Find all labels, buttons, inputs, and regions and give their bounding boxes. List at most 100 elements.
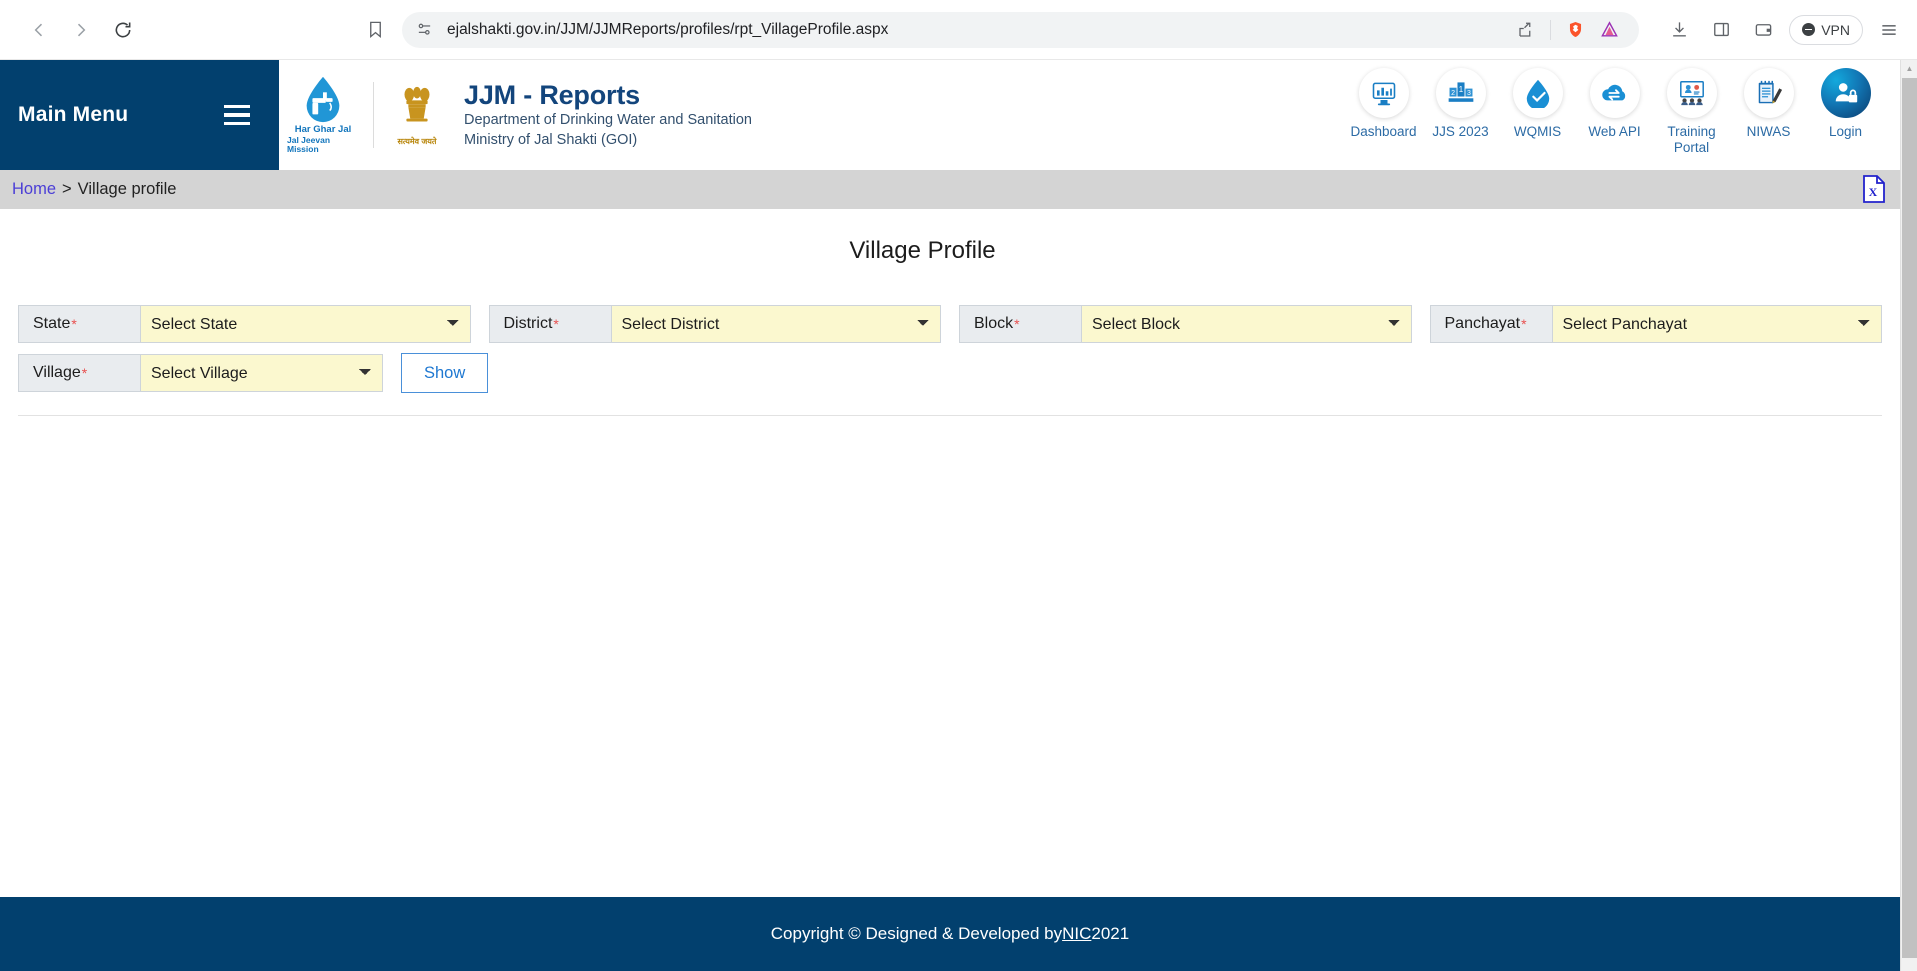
panchayat-field: Panchayat * Select Panchayat [1429,305,1882,343]
breadcrumb: Home > Village profile X [0,170,1900,209]
reload-button[interactable] [106,13,140,47]
block-field: Block * Select Block [959,305,1412,343]
main-menu-title: Main Menu [18,103,129,126]
breadcrumb-home-link[interactable]: Home [12,180,56,199]
nav-label: NIWAS [1746,124,1791,139]
required-marker: * [81,365,88,381]
har-ghar-jal-logo: Har Ghar Jal Jal Jeevan Mission [287,75,359,155]
district-field: District * Select District [488,305,941,343]
hamburger-menu-icon[interactable] [224,104,250,126]
filter-row-2: Village * Select Village Show [18,353,1882,393]
ashoka-lion-capital-emblem [404,86,430,122]
brand-divider [373,82,374,148]
cloud-exchange-arrows-icon [1589,68,1640,118]
nav-label: WQMIS [1513,124,1562,139]
download-icon[interactable] [1663,14,1695,46]
village-label: Village * [18,354,140,392]
scroll-up-arrow-icon[interactable]: ▲ [1901,60,1917,77]
nic-link[interactable]: NIC [1062,924,1091,944]
podium-ranking-icon: 1 2 3 [1435,68,1486,118]
village-field: Village * Select Village [18,354,383,392]
brand-area: Har Ghar Jal Jal Jeevan Mission सत्यमेव … [279,60,1345,170]
browser-toolbar: ejalshakti.gov.in/JJM/JJMReports/profile… [0,0,1917,60]
village-select[interactable]: Select Village [140,354,383,392]
vpn-label: VPN [1821,21,1850,38]
required-marker: * [71,316,77,332]
breadcrumb-separator: > [62,180,72,198]
footer-text-before: Copyright © Designed & Developed by [770,924,1063,943]
vpn-button[interactable]: VPN [1789,14,1863,45]
excel-export-icon[interactable]: X [1858,173,1890,205]
logo-caption-secondary: Jal Jeevan Mission [287,134,331,155]
nav-item-dashboard[interactable]: Dashboard [1345,68,1422,140]
brave-shields-icon[interactable] [1559,14,1591,46]
browser-toolbar-actions: VPN [1663,14,1905,46]
dashboard-monitor-chart-icon [1358,68,1409,118]
forward-button[interactable] [64,13,98,47]
main-menu-panel[interactable]: Main Menu [0,60,279,170]
page-scrollbar[interactable]: ▲ [1900,60,1917,971]
required-marker: * [553,316,559,332]
state-field: State * Select State [18,305,471,343]
nav-item-niwas[interactable]: NIWAS [1730,68,1807,140]
footer-text-after: 2021 [1091,924,1130,943]
address-bar[interactable]: ejalshakti.gov.in/JJM/JJMReports/profile… [402,11,1640,48]
main-content: Village Profile State * Select State Dist… [0,209,1900,416]
panchayat-select[interactable]: Select Panchayat [1551,305,1882,343]
page-content: Main Menu Har Ghar Jal Jal Jeevan Missio… [0,60,1900,971]
site-settings-icon[interactable] [416,21,433,38]
site-footer: Copyright © Designed & Developed by NIC … [0,897,1900,971]
browser-menu-icon[interactable] [1873,14,1905,46]
nav-item-web-api[interactable]: Web API [1576,68,1653,140]
divider [1550,19,1552,40]
brave-rewards-icon[interactable] [1593,14,1625,46]
national-emblem: सत्यमेव जयते [388,83,446,147]
notepad-pencil-icon [1743,68,1794,118]
nav-label: Login [1828,124,1863,139]
state-label: State * [18,305,140,343]
filter-form: State * Select State District * Select Dis… [0,305,1900,393]
nav-item-wqmis[interactable]: WQMIS [1499,68,1576,140]
site-subtitle-2: Ministry of Jal Shakti (GOI) [464,131,638,148]
section-divider [18,415,1882,416]
nav-label: Training Portal [1667,124,1716,155]
bookmark-icon[interactable] [358,13,392,47]
training-presentation-icon [1666,68,1717,118]
scrollbar-thumb[interactable] [1902,78,1917,958]
block-select[interactable]: Select Block [1081,305,1412,343]
page-viewport: Main Menu Har Ghar Jal Jal Jeevan Missio… [0,60,1917,971]
nav-item-login[interactable]: Login [1807,68,1884,140]
back-button[interactable] [22,13,56,47]
district-select[interactable]: Select District [610,305,941,343]
vpn-status-icon [1802,23,1816,36]
page-title: Village Profile [849,237,996,264]
state-select[interactable]: Select State [140,305,471,343]
nav-label: Web API [1588,124,1641,139]
site-header: Main Menu Har Ghar Jal Jal Jeevan Missio… [0,60,1900,170]
required-marker: * [1521,316,1527,332]
show-button[interactable]: Show [401,353,489,393]
district-label: District * [488,305,611,343]
nav-label: JJS 2023 [1432,124,1489,139]
brand-text: JJM - Reports Department of Drinking Wat… [464,80,752,150]
url-text: ejalshakti.gov.in/JJM/JJMReports/profile… [447,20,889,38]
site-title: JJM - Reports [464,79,640,110]
block-label: Block * [959,305,1081,343]
svg-text:1: 1 [1458,85,1463,94]
nav-label: Dashboard [1350,124,1417,139]
breadcrumb-current: Village profile [77,180,177,198]
wallet-icon[interactable] [1747,14,1779,46]
svg-text:3: 3 [1466,90,1470,97]
har-ghar-jal-droplet-tap-logo [306,76,340,122]
share-icon[interactable] [1510,14,1542,46]
panchayat-label: Panchayat * [1429,305,1552,343]
address-bar-actions [1510,14,1625,46]
water-droplet-check-icon [1512,68,1563,118]
svg-text:X: X [1869,185,1878,199]
filter-row-1: State * Select State District * Select Dis… [18,305,1882,343]
nav-item-training-portal[interactable]: Training Portal [1653,68,1730,155]
user-lock-login-icon [1820,68,1871,118]
sidebar-panel-icon[interactable] [1705,14,1737,46]
required-marker: * [1014,316,1020,332]
nav-item-jjs-2023[interactable]: 1 2 3 JJS 2023 [1422,68,1499,140]
